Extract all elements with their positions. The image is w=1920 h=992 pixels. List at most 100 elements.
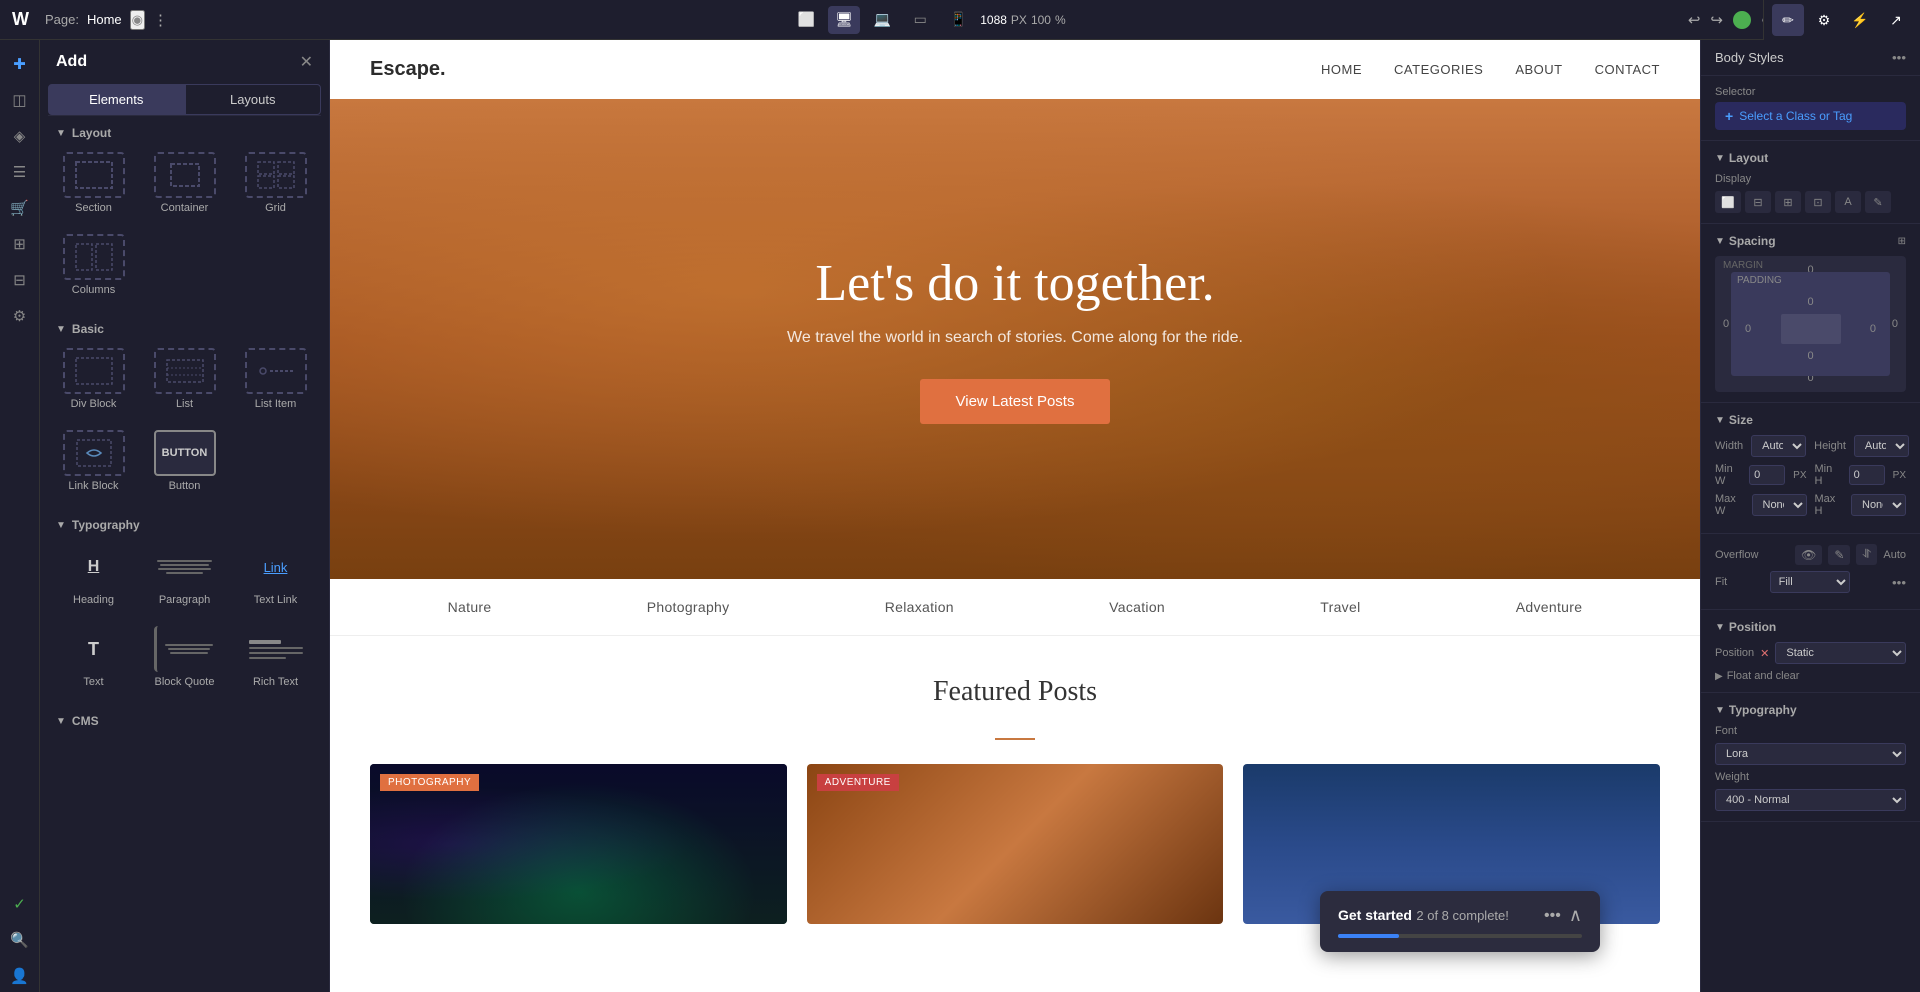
page-eye-icon[interactable]: ◉ (130, 10, 145, 30)
device-btn-tablet[interactable]: ▭ (904, 6, 936, 34)
list-item-element[interactable]: List Item (234, 342, 317, 416)
check-icon[interactable]: ✓ (4, 888, 36, 920)
rich-text-element[interactable]: Rich Text (234, 620, 317, 694)
more-options-icon[interactable]: ⋮ (153, 11, 168, 29)
grid-element[interactable]: Grid (234, 146, 317, 220)
nav-link-about[interactable]: ABOUT (1515, 62, 1562, 77)
link-element-icon (63, 430, 125, 476)
add-panel-close-button[interactable]: ✕ (300, 52, 313, 72)
text-element[interactable]: T Text (52, 620, 135, 694)
typography-elements-grid: H Heading Paragraph Link Text Link T Tex… (40, 538, 329, 704)
blockquote-element-icon (154, 626, 216, 672)
position-section-label[interactable]: ▼ Position (1715, 620, 1906, 634)
nav-link-contact[interactable]: CONTACT (1595, 62, 1660, 77)
min-h-input[interactable] (1849, 465, 1885, 485)
overflow-pen-btn[interactable]: ✎ (1828, 545, 1850, 565)
position-dropdown[interactable]: Static (1775, 642, 1906, 664)
right-panel-more-button[interactable]: ••• (1892, 50, 1906, 65)
selector-row[interactable]: + Select a Class or Tag (1715, 102, 1906, 130)
elements-tab[interactable]: Elements (48, 84, 185, 115)
category-vacation[interactable]: Vacation (1109, 599, 1165, 615)
settings-left-icon[interactable]: ⚙ (4, 300, 36, 332)
display-grid-btn[interactable]: ⊞ (1775, 191, 1801, 213)
min-w-input[interactable] (1749, 465, 1785, 485)
pages-icon[interactable]: ⊞ (4, 228, 36, 260)
device-btn-mobile[interactable]: 📱 (942, 6, 974, 34)
fit-more-btn[interactable]: ••• (1892, 575, 1906, 590)
spacing-section-label[interactable]: ▼ Spacing ⊞ (1715, 234, 1906, 248)
spacing-expand-btn[interactable]: ⊞ (1898, 236, 1906, 247)
display-inline-btn[interactable]: ⊡ (1805, 191, 1831, 213)
undo-icon[interactable]: ↩ (1688, 11, 1701, 29)
layout-section-right-label[interactable]: ▼ Layout (1715, 151, 1906, 165)
text-link-element[interactable]: Link Text Link (234, 538, 317, 612)
device-btn-desktop[interactable]: 🖥 (828, 6, 860, 34)
display-flex-btn[interactable]: ⊟ (1745, 191, 1771, 213)
max-h-input[interactable]: None (1851, 494, 1906, 516)
toast-more-button[interactable]: ••• (1544, 907, 1561, 925)
cms-icon[interactable]: ☰ (4, 156, 36, 188)
assets-icon[interactable]: ⊟ (4, 264, 36, 296)
position-prop-label: Position (1715, 647, 1754, 659)
add-elements-icon[interactable]: ✚ (4, 48, 36, 80)
interactions-panel-icon[interactable]: ⚡ (1844, 4, 1876, 36)
rich-text-element-icon (245, 626, 307, 672)
height-input[interactable]: Auto (1854, 435, 1909, 457)
display-none-btn[interactable]: A (1835, 191, 1861, 213)
navigator-icon[interactable]: ◫ (4, 84, 36, 116)
overflow-eye-btn[interactable]: 👁 (1795, 545, 1822, 565)
list-element[interactable]: List (143, 342, 226, 416)
category-adventure[interactable]: Adventure (1516, 599, 1583, 615)
nav-link-home[interactable]: HOME (1321, 62, 1362, 77)
layout-section-header[interactable]: ▼ Layout (40, 116, 329, 146)
basic-section-header[interactable]: ▼ Basic (40, 312, 329, 342)
typography-section-header[interactable]: ▼ Typography (40, 508, 329, 538)
toast-collapse-button[interactable]: ∧ (1569, 905, 1582, 926)
link-block-element[interactable]: Link Block (52, 424, 135, 498)
width-input[interactable]: Auto (1751, 435, 1806, 457)
max-w-input[interactable]: None (1752, 494, 1807, 516)
post-card-1[interactable]: PHOTOGRAPHY (370, 764, 787, 924)
button-element[interactable]: BUTTON Button (143, 424, 226, 498)
export-panel-icon[interactable]: ↗ (1880, 4, 1912, 36)
heading-element[interactable]: H Heading (52, 538, 135, 612)
settings-panel-icon[interactable]: ⚙ (1808, 4, 1840, 36)
weight-dropdown[interactable]: 400 - Normal (1715, 789, 1906, 811)
font-dropdown[interactable]: Lora (1715, 743, 1906, 765)
columns-element[interactable]: Columns (52, 228, 135, 302)
category-photography[interactable]: Photography (647, 599, 730, 615)
div-block-element[interactable]: Div Block (52, 342, 135, 416)
device-btn-laptop[interactable]: 💻 (866, 6, 898, 34)
overflow-scroll-btn[interactable]: ⥯ (1856, 544, 1877, 565)
symbols-icon[interactable]: ◈ (4, 120, 36, 152)
padding-right-val: 0 (1870, 323, 1876, 335)
fit-dropdown[interactable]: Fill (1770, 571, 1850, 593)
category-travel[interactable]: Travel (1320, 599, 1360, 615)
category-nature[interactable]: Nature (448, 599, 492, 615)
display-custom-btn[interactable]: ✎ (1865, 191, 1891, 213)
redo-icon[interactable]: ↪ (1710, 11, 1723, 29)
hero-cta-button[interactable]: View Latest Posts (920, 379, 1111, 424)
style-panel-icon[interactable]: ✏ (1772, 4, 1804, 36)
section-element[interactable]: Section (52, 146, 135, 220)
size-section-label[interactable]: ▼ Size (1715, 413, 1906, 427)
container-element[interactable]: Container (143, 146, 226, 220)
min-w-label: Min W (1715, 463, 1741, 487)
blockquote-element[interactable]: Block Quote (143, 620, 226, 694)
margin-right-val: 0 (1892, 318, 1898, 330)
cms-section-header[interactable]: ▼ CMS (40, 704, 329, 734)
heading-element-icon: H (63, 544, 125, 590)
post-card-2[interactable]: ADVENTURE (807, 764, 1224, 924)
ecommerce-left-icon[interactable]: 🛒 (4, 192, 36, 224)
float-row[interactable]: ▶ Float and clear (1715, 670, 1906, 682)
display-block-btn[interactable]: ⬜ (1715, 191, 1741, 213)
category-relaxation[interactable]: Relaxation (885, 599, 954, 615)
layouts-tab[interactable]: Layouts (185, 84, 322, 115)
nav-link-categories[interactable]: CATEGORIES (1394, 62, 1483, 77)
paragraph-element[interactable]: Paragraph (143, 538, 226, 612)
device-btn-desktop-large[interactable]: ⬜ (790, 6, 822, 34)
text-label: Text (83, 676, 103, 688)
typography-section-right-label[interactable]: ▼ Typography (1715, 703, 1906, 717)
search-icon[interactable]: 🔍 (4, 924, 36, 956)
users-icon[interactable]: 👤 (4, 960, 36, 992)
